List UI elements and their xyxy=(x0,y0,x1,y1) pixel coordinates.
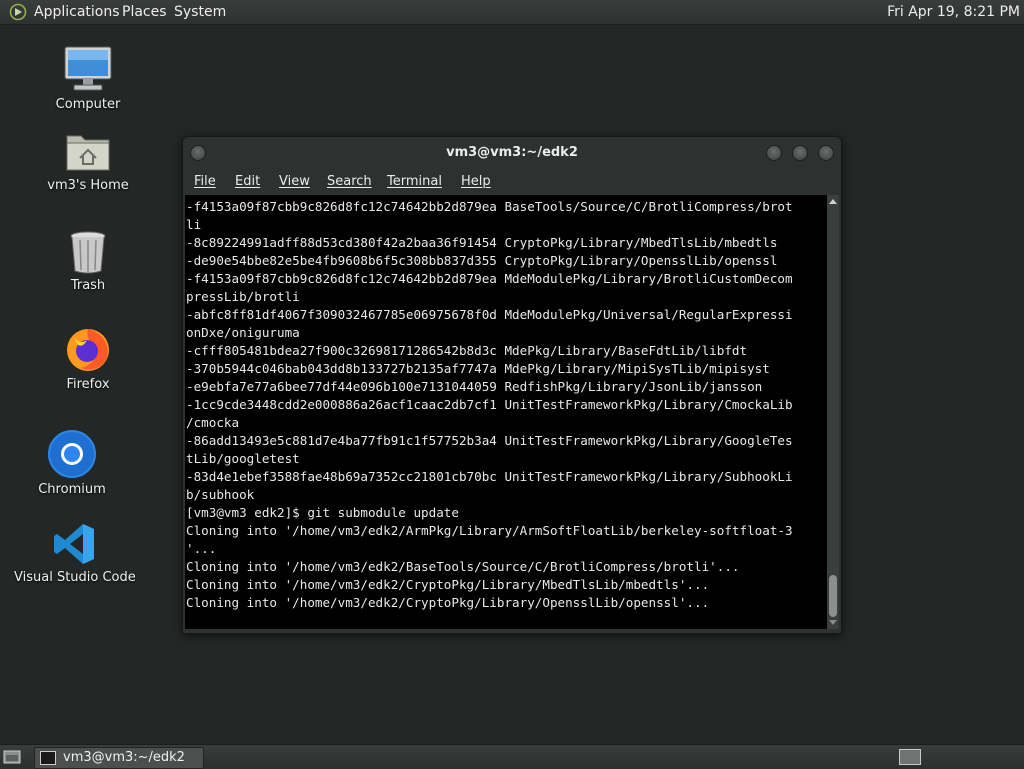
menu-applications[interactable]: Applications xyxy=(34,4,120,20)
terminal-line: -f4153a09f87cbb9c826d8fc12c74642bb2d879e… xyxy=(186,199,793,214)
terminal-line: -cfff805481bdea27f900c32698171286542b8d3… xyxy=(186,343,748,358)
terminal-line: -86add13493e5c881d7e4ba77fb91c1f57752b3a… xyxy=(186,433,793,448)
terminal-line: b/subhook xyxy=(186,487,255,502)
vscode-icon xyxy=(54,524,94,564)
terminal-line: -e9ebfa7e77a6bee77df44e096b100e713104405… xyxy=(186,379,763,394)
terminal-line: pressLib/brotli xyxy=(186,289,300,304)
desktop-icon-label: Visual Studio Code xyxy=(14,570,136,585)
terminal-line: -abfc8ff81df4067f309032467785e06975678f0… xyxy=(186,307,793,322)
terminal-line: Cloning into '/home/vm3/edk2/BaseTools/S… xyxy=(186,559,740,574)
terminal-line: onDxe/oniguruma xyxy=(186,325,300,340)
distro-logo-icon[interactable] xyxy=(9,3,27,21)
desktop-icon-home[interactable]: vm3's Home xyxy=(40,126,136,198)
terminal-line: [vm3@vm3 edk2]$ git submodule update xyxy=(186,505,459,520)
terminal-line: li xyxy=(186,217,202,232)
terminal-output[interactable]: -f4153a09f87cbb9c826d8fc12c74642bb2d879e… xyxy=(185,195,827,629)
desktop-icon-trash[interactable]: Trash xyxy=(40,228,136,300)
scroll-down-arrow-icon[interactable] xyxy=(829,620,837,625)
close-button[interactable] xyxy=(818,145,834,161)
terminal-scrollbar[interactable] xyxy=(827,195,839,629)
menu-system[interactable]: System xyxy=(174,4,226,20)
taskbar-window-label: vm3@vm3:~/edk2 xyxy=(63,750,185,765)
clock[interactable]: Fri Apr 19, 8:21 PM xyxy=(887,4,1020,20)
desktop-icon-label: Computer xyxy=(55,97,121,112)
trash-icon xyxy=(70,231,106,274)
terminal-line: Cloning into '/home/vm3/edk2/ArmPkg/Libr… xyxy=(186,523,793,538)
top-panel: Applications Places System Fri Apr 19, 8… xyxy=(0,0,1024,25)
chromium-icon xyxy=(48,430,96,478)
desktop-icon-chromium[interactable]: Chromium xyxy=(24,430,120,502)
menu-search[interactable]: Search xyxy=(327,174,372,189)
show-desktop-icon[interactable] xyxy=(3,749,21,765)
desktop-icon-label: vm3's Home xyxy=(47,178,129,193)
terminal-line: tLib/googletest xyxy=(186,451,300,466)
menu-edit[interactable]: Edit xyxy=(235,174,260,189)
terminal-line: /cmocka xyxy=(186,415,240,430)
menu-places[interactable]: Places xyxy=(122,4,167,20)
scroll-up-arrow-icon[interactable] xyxy=(829,199,837,204)
home-folder-icon xyxy=(66,135,110,171)
terminal-line: -1cc9cde3448cdd2e000886a26acf1caac2db7cf… xyxy=(186,397,793,412)
menu-file[interactable]: File xyxy=(194,174,216,189)
desktop-icon-computer[interactable]: Computer xyxy=(40,44,136,116)
menu-view[interactable]: View xyxy=(279,174,310,189)
computer-icon xyxy=(64,46,112,91)
terminal-line: -83d4e1ebef3588fae48b69a7352cc21801cb70b… xyxy=(186,469,793,484)
desktop-icon-label: Chromium xyxy=(38,482,106,497)
desktop-icon-vscode[interactable]: Visual Studio Code xyxy=(14,520,136,592)
terminal-menubar: File Edit View Search Terminal Help xyxy=(183,169,841,195)
menu-terminal[interactable]: Terminal xyxy=(387,174,442,189)
workspace-switcher[interactable] xyxy=(899,749,921,765)
terminal-line: -f4153a09f87cbb9c826d8fc12c74642bb2d879e… xyxy=(186,271,793,286)
terminal-line: Cloning into '/home/vm3/edk2/CryptoPkg/L… xyxy=(186,595,710,610)
taskbar-window-button[interactable]: vm3@vm3:~/edk2 xyxy=(34,747,204,769)
terminal-lines: -f4153a09f87cbb9c826d8fc12c74642bb2d879e… xyxy=(186,198,793,612)
terminal-line: -370b5944c046bab043dd8b133727b2135af7747… xyxy=(186,361,770,376)
bottom-panel: vm3@vm3:~/edk2 xyxy=(0,744,1024,769)
terminal-icon xyxy=(40,751,56,765)
firefox-icon xyxy=(67,329,109,371)
maximize-button[interactable] xyxy=(792,145,808,161)
scrollbar-thumb[interactable] xyxy=(829,575,837,617)
window-title: vm3@vm3:~/edk2 xyxy=(446,145,578,160)
terminal-line: '... xyxy=(186,541,217,556)
desktop-icon-firefox[interactable]: Firefox xyxy=(40,326,136,398)
desktop-icon-label: Trash xyxy=(70,278,106,293)
menu-help[interactable]: Help xyxy=(461,174,491,189)
terminal-line: Cloning into '/home/vm3/edk2/CryptoPkg/L… xyxy=(186,577,710,592)
terminal-line: -8c89224991adff88d53cd380f42a2baa36f9145… xyxy=(186,235,778,250)
terminal-line: -de90e54bbe82e5be4fb9608b6f5c308bb837d35… xyxy=(186,253,778,268)
title-bar[interactable]: vm3@vm3:~/edk2 xyxy=(183,137,841,169)
minimize-button[interactable] xyxy=(766,145,782,161)
desktop-icon-label: Firefox xyxy=(66,377,110,392)
terminal-window[interactable]: vm3@vm3:~/edk2 File Edit View Search Ter… xyxy=(182,136,842,634)
